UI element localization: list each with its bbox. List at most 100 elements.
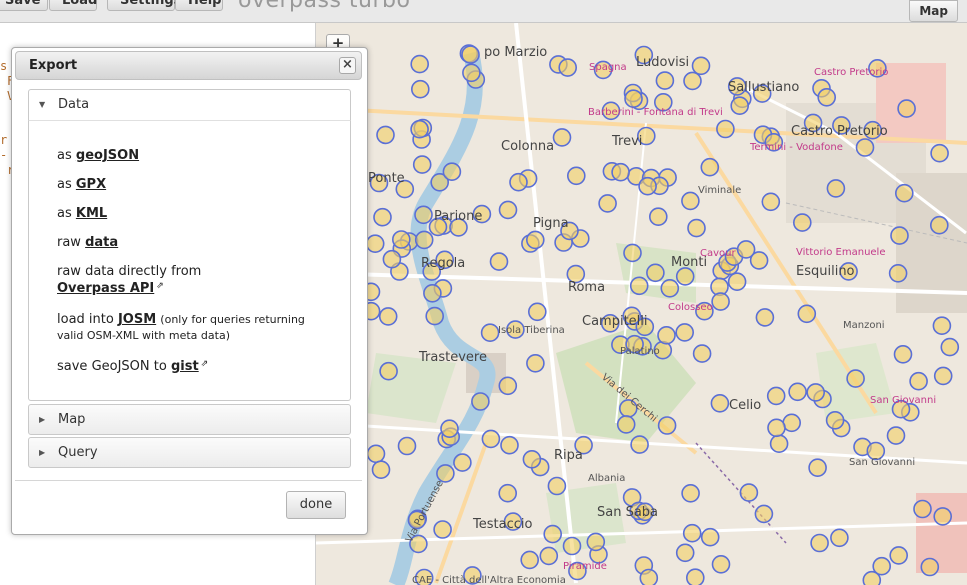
poi-marker[interactable] (897, 99, 916, 118)
poi-marker[interactable] (890, 226, 909, 245)
poi-marker[interactable] (566, 166, 586, 186)
poi-marker[interactable] (498, 483, 517, 503)
poi-marker[interactable] (655, 71, 675, 90)
poi-marker[interactable] (480, 323, 500, 343)
poi-marker[interactable] (423, 283, 442, 303)
close-icon[interactable]: × (339, 57, 356, 74)
poi-marker[interactable] (826, 179, 846, 198)
poi-marker[interactable] (552, 128, 572, 147)
poi-marker[interactable] (739, 483, 759, 502)
poi-marker[interactable] (397, 436, 417, 456)
poi-marker[interactable] (526, 230, 545, 250)
poi-marker[interactable] (691, 56, 711, 76)
poi-marker[interactable] (371, 460, 391, 480)
poi-marker[interactable] (611, 162, 630, 182)
export-raw-data-link[interactable]: data (85, 235, 118, 250)
poi-marker[interactable] (711, 292, 730, 311)
export-geojson-link[interactable]: geoJSON (76, 148, 139, 163)
overpass-api-link[interactable]: Overpass API (57, 281, 154, 296)
poi-marker[interactable] (930, 143, 949, 163)
poi-marker[interactable] (629, 276, 649, 296)
poi-marker[interactable] (660, 278, 680, 298)
poi-marker[interactable] (755, 308, 775, 327)
poi-marker[interactable] (920, 557, 940, 577)
poi-marker[interactable] (761, 192, 781, 212)
poi-marker[interactable] (810, 533, 829, 553)
poi-marker[interactable] (683, 71, 702, 91)
poi-marker[interactable] (788, 382, 807, 402)
poi-marker[interactable] (682, 523, 702, 543)
poi-marker[interactable] (442, 162, 462, 181)
poi-marker[interactable] (888, 264, 908, 283)
poi-marker[interactable] (909, 371, 928, 391)
poi-marker[interactable] (766, 386, 786, 406)
poi-marker[interactable] (624, 89, 643, 108)
poi-marker[interactable] (932, 316, 952, 336)
poi-marker[interactable] (365, 234, 385, 253)
poi-marker[interactable] (769, 434, 789, 454)
poi-marker[interactable] (806, 383, 826, 402)
accordion-map[interactable]: ▶ Map (28, 404, 351, 435)
poi-marker[interactable] (675, 267, 695, 286)
poi-marker[interactable] (382, 249, 402, 269)
poi-marker[interactable] (410, 54, 429, 74)
poi-marker[interactable] (461, 45, 480, 64)
poi-marker[interactable] (598, 194, 617, 213)
poi-marker[interactable] (500, 435, 519, 455)
poi-marker[interactable] (528, 302, 547, 322)
poi-marker[interactable] (436, 464, 455, 483)
poi-marker[interactable] (489, 252, 509, 271)
map-toggle-button[interactable]: Map (909, 0, 958, 22)
settings-button[interactable]: Settings (107, 0, 181, 11)
poi-marker[interactable] (675, 323, 695, 342)
poi-marker[interactable] (687, 218, 706, 238)
poi-marker[interactable] (522, 449, 542, 469)
poi-marker[interactable] (808, 458, 827, 478)
poi-marker[interactable] (471, 392, 490, 411)
poi-marker[interactable] (730, 96, 750, 115)
poi-marker[interactable] (638, 176, 657, 196)
load-button[interactable]: Load (49, 0, 97, 11)
accordion-data[interactable]: ▼ Data (28, 89, 351, 120)
poi-marker[interactable] (913, 499, 932, 519)
poi-marker[interactable] (392, 230, 411, 249)
poi-marker[interactable] (817, 88, 837, 107)
poi-marker[interactable] (639, 568, 659, 585)
poi-marker[interactable] (686, 568, 705, 585)
poi-marker[interactable] (433, 520, 452, 539)
poi-marker[interactable] (539, 546, 559, 566)
export-gpx-link[interactable]: GPX (76, 177, 106, 192)
poi-marker[interactable] (462, 63, 481, 83)
poi-marker[interactable] (648, 207, 668, 226)
poi-marker[interactable] (886, 426, 906, 445)
poi-marker[interactable] (646, 263, 665, 283)
poi-marker[interactable] (379, 361, 398, 381)
poi-marker[interactable] (700, 157, 720, 177)
poi-marker[interactable] (411, 79, 430, 99)
poi-marker[interactable] (657, 416, 677, 435)
poi-marker[interactable] (373, 207, 392, 227)
poi-marker[interactable] (378, 307, 398, 326)
poi-marker[interactable] (366, 444, 386, 464)
export-kml-link[interactable]: KML (76, 206, 107, 221)
poi-marker[interactable] (558, 58, 577, 77)
poi-marker[interactable] (498, 200, 518, 220)
poi-marker[interactable] (889, 546, 909, 565)
poi-marker[interactable] (767, 418, 786, 438)
poi-marker[interactable] (440, 419, 459, 439)
poi-marker[interactable] (526, 353, 545, 373)
save-gist-link[interactable]: gist (171, 359, 199, 374)
poi-marker[interactable] (933, 507, 953, 526)
done-button[interactable]: done (286, 491, 346, 519)
poi-marker[interactable] (692, 344, 712, 363)
poi-marker[interactable] (543, 524, 562, 544)
poi-marker[interactable] (681, 191, 700, 211)
poi-marker[interactable] (425, 306, 444, 326)
poi-marker[interactable] (797, 304, 817, 324)
poi-marker[interactable] (623, 243, 642, 263)
poi-marker[interactable] (412, 155, 432, 174)
map-canvas[interactable]: Ludovisi Sallustiano po Marzio Castro Pr… (316, 23, 967, 585)
poi-marker[interactable] (414, 230, 434, 250)
poi-marker[interactable] (681, 483, 700, 503)
dialog-titlebar[interactable]: Export × (15, 51, 362, 80)
